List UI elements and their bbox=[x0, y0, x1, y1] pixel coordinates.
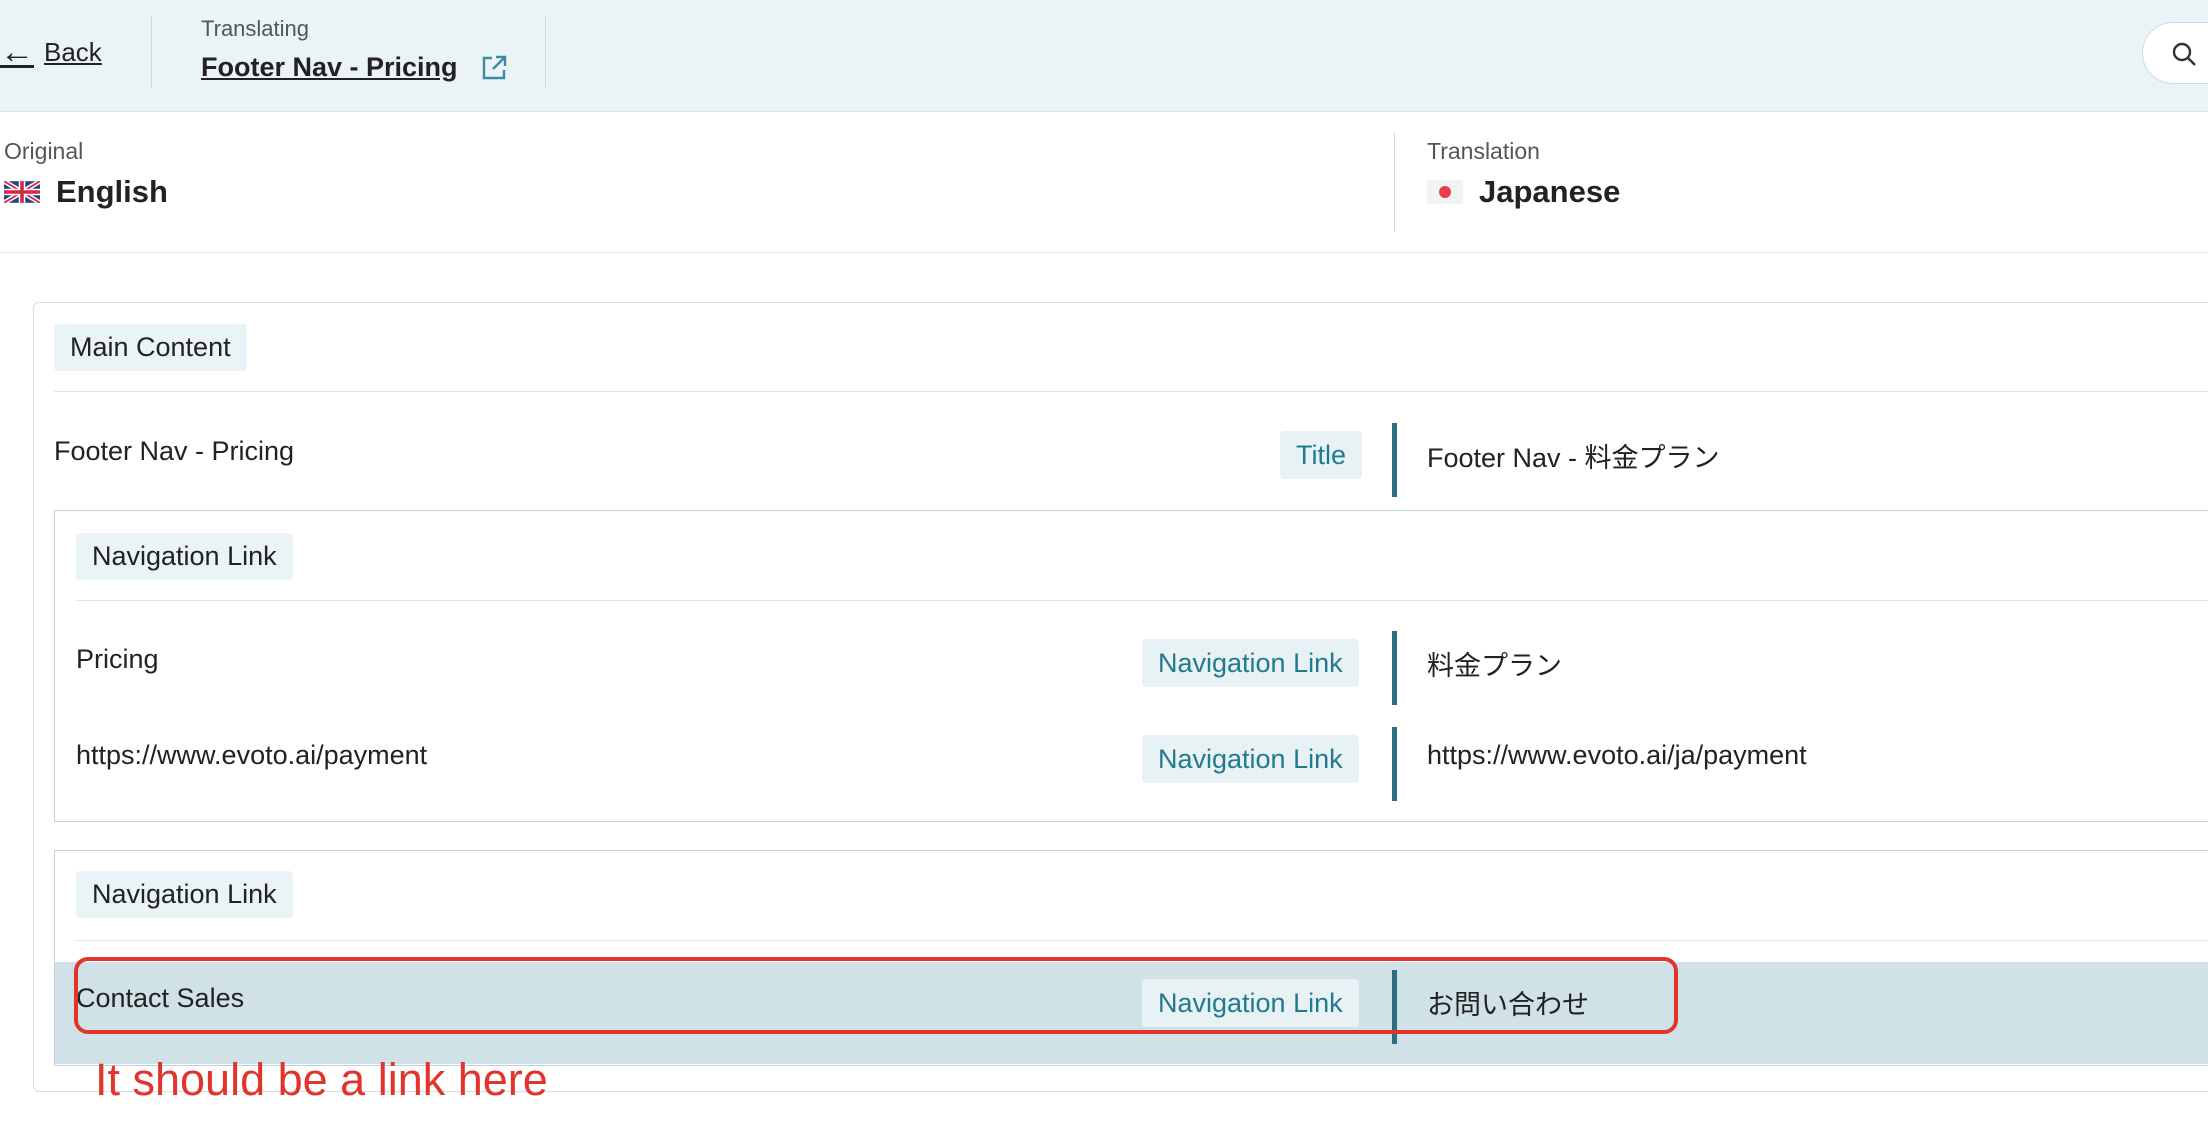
translating-label: Translating bbox=[201, 16, 310, 41]
section-divider bbox=[54, 391, 2208, 392]
header-divider bbox=[151, 16, 152, 88]
external-link-icon[interactable] bbox=[480, 54, 508, 82]
navigation-link-chip: Navigation Link bbox=[76, 871, 293, 918]
card-rail bbox=[33, 718, 34, 823]
navigation-link-group bbox=[54, 510, 2208, 822]
top-header: ← Back Translating Footer Nav - Pricing bbox=[0, 0, 2208, 112]
document-title-group: Footer Nav - Pricing bbox=[201, 52, 508, 83]
translation-label: Translation bbox=[1427, 138, 1540, 164]
original-language-name: English bbox=[56, 174, 168, 209]
japan-flag-icon bbox=[1427, 180, 1463, 204]
original-label: Original bbox=[4, 138, 84, 164]
card-rail bbox=[33, 850, 34, 960]
navigation-link-chip: Navigation Link bbox=[76, 533, 293, 580]
header-divider bbox=[545, 16, 546, 88]
translation-language: Japanese bbox=[1427, 174, 1620, 210]
annotation-text: It should be a link here bbox=[95, 1054, 548, 1105]
language-divider bbox=[1394, 132, 1395, 232]
nav-url-source-text: https://www.evoto.ai/payment bbox=[76, 740, 428, 770]
annotation-highlight-box bbox=[74, 957, 1678, 1034]
main-content-chip: Main Content bbox=[54, 324, 247, 371]
navigation-link-tag: Navigation Link bbox=[1142, 735, 1359, 783]
row-divider-bar bbox=[1392, 631, 1397, 705]
search-button[interactable] bbox=[2142, 22, 2208, 84]
back-arrow-icon: ← bbox=[0, 33, 34, 71]
title-source-text: Footer Nav - Pricing bbox=[54, 436, 295, 466]
document-title-link[interactable]: Footer Nav - Pricing bbox=[201, 52, 458, 83]
section-divider bbox=[76, 940, 2208, 941]
nav-translation-input[interactable]: 料金プラン bbox=[1427, 644, 1562, 683]
section-divider bbox=[76, 600, 2208, 601]
row-divider-bar bbox=[1392, 727, 1397, 801]
nav-url-translation-input[interactable]: https://www.evoto.ai/ja/payment bbox=[1427, 740, 1807, 771]
search-icon bbox=[2172, 42, 2196, 66]
card-rail bbox=[33, 510, 34, 715]
back-button[interactable]: ← Back bbox=[0, 34, 102, 70]
title-translation-input[interactable]: Footer Nav - 料金プラン bbox=[1427, 436, 1720, 475]
title-tag: Title bbox=[1280, 431, 1363, 479]
language-bar: Original English Translation Japanese bbox=[0, 112, 2208, 253]
navigation-link-tag: Navigation Link bbox=[1142, 639, 1359, 687]
translation-language-name: Japanese bbox=[1479, 174, 1621, 209]
uk-flag-icon bbox=[4, 181, 40, 203]
nav-source-text: Pricing bbox=[76, 644, 159, 674]
original-language: English bbox=[4, 174, 168, 210]
back-label: Back bbox=[44, 36, 102, 67]
row-divider-bar bbox=[1392, 423, 1397, 497]
